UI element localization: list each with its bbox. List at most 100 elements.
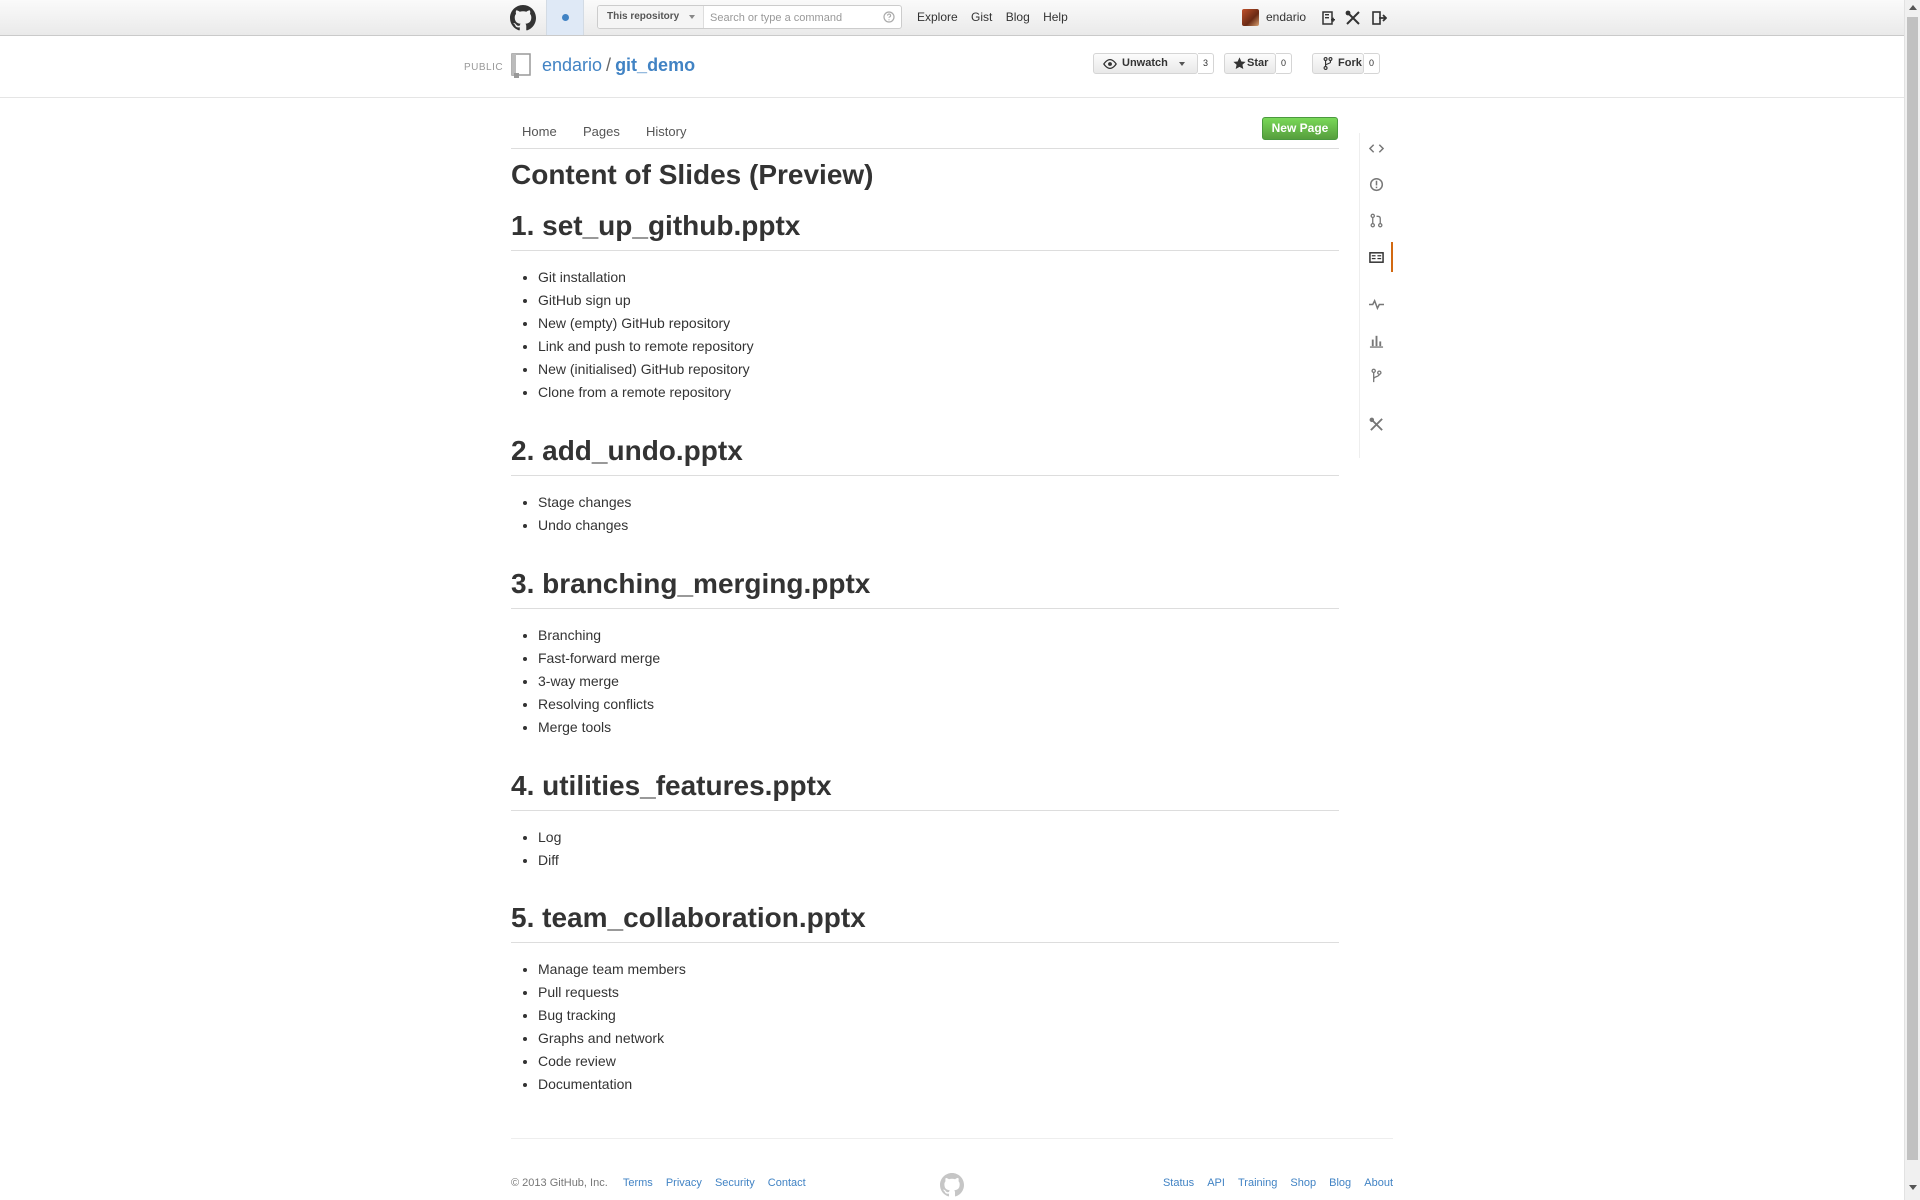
unwatch-button[interactable]: Unwatch — [1093, 53, 1198, 74]
nav-explore[interactable]: Explore — [917, 10, 958, 24]
new-page-button[interactable]: New Page — [1262, 117, 1338, 140]
list-item: Merge tools — [538, 716, 1339, 739]
scroll-up-arrow-icon[interactable] — [1909, 5, 1917, 10]
chevron-down-icon — [1179, 62, 1185, 66]
footer-link-api[interactable]: API — [1207, 1177, 1225, 1189]
nav-blog[interactable]: Blog — [1006, 10, 1030, 24]
list-item: Branching — [538, 624, 1339, 647]
footer-divider — [511, 1138, 1393, 1139]
bullet-list: Manage team members Pull requests Bug tr… — [511, 943, 1339, 1096]
footer-left: © 2013 GitHub, Inc. Terms Privacy Securi… — [511, 1177, 806, 1189]
page-title: Content of Slides (Preview) — [511, 159, 874, 190]
list-item: Git installation — [538, 266, 1339, 289]
star-icon — [1233, 57, 1246, 70]
section-heading: 2. add_undo.pptx — [511, 432, 1339, 476]
list-item: New (initialised) GitHub repository — [538, 358, 1339, 381]
footer-link-training[interactable]: Training — [1238, 1177, 1277, 1189]
footer-link-privacy[interactable]: Privacy — [666, 1177, 702, 1189]
avatar[interactable] — [1242, 9, 1259, 26]
github-octocat-icon[interactable] — [940, 1173, 964, 1197]
tab-home[interactable]: Home — [522, 124, 557, 139]
fork-button[interactable]: Fork — [1312, 53, 1364, 74]
wiki-icon[interactable] — [1369, 250, 1384, 265]
wiki-section-4: 4. utilities_features.pptx Log Diff — [511, 767, 1339, 872]
page-scrollbar[interactable] — [1904, 0, 1920, 1200]
section-heading: 5. team_collaboration.pptx — [511, 899, 1339, 943]
pull-request-icon[interactable] — [1369, 213, 1384, 228]
list-item: Manage team members — [538, 958, 1339, 981]
network-icon[interactable] — [1369, 368, 1384, 383]
graphs-icon[interactable] — [1369, 333, 1384, 348]
list-item: Resolving conflicts — [538, 693, 1339, 716]
sidebar-active-indicator — [1391, 242, 1393, 272]
star-button[interactable]: Star — [1224, 53, 1276, 74]
eye-icon — [1103, 58, 1117, 70]
header-nav: Explore Gist Blog Help — [917, 10, 1078, 24]
list-item: Bug tracking — [538, 1004, 1339, 1027]
list-item: Fast-forward merge — [538, 647, 1339, 670]
unwatch-label: Unwatch — [1122, 57, 1168, 69]
repo-icon — [511, 53, 531, 78]
footer-link-blog[interactable]: Blog — [1329, 1177, 1351, 1189]
settings-tools-icon[interactable] — [1345, 10, 1361, 26]
top-header: This repository Explore Gist Blog Help e… — [0, 0, 1904, 36]
stargazers-count[interactable]: 0 — [1276, 53, 1292, 74]
list-item: Pull requests — [538, 981, 1339, 1004]
search-scope-label: This repository — [607, 11, 680, 22]
code-icon[interactable] — [1369, 141, 1384, 156]
star-label: Star — [1247, 57, 1269, 69]
wiki-tabs: Home Pages History — [511, 118, 1339, 149]
bullet-list: Git installation GitHub sign up New (emp… — [511, 251, 1339, 404]
scroll-down-arrow-icon[interactable] — [1909, 1185, 1917, 1190]
search-scope-select[interactable]: This repository — [598, 6, 704, 28]
tab-history[interactable]: History — [646, 124, 686, 139]
repo-name-link[interactable]: git_demo — [615, 55, 695, 75]
nav-gist[interactable]: Gist — [971, 10, 992, 24]
footer-link-terms[interactable]: Terms — [623, 1177, 653, 1189]
pulse-icon[interactable] — [1369, 297, 1384, 312]
wiki-section-3: 3. branching_merging.pptx Branching Fast… — [511, 565, 1339, 739]
list-item: GitHub sign up — [538, 289, 1339, 312]
list-item: Code review — [538, 1050, 1339, 1073]
settings-icon[interactable] — [1369, 417, 1384, 432]
list-item: Link and push to remote repository — [538, 335, 1339, 358]
footer-link-about[interactable]: About — [1364, 1177, 1393, 1189]
tab-pages[interactable]: Pages — [583, 124, 620, 139]
repo-owner-link[interactable]: endario — [542, 55, 602, 75]
issues-icon[interactable] — [1369, 177, 1384, 192]
list-item: Graphs and network — [538, 1027, 1339, 1050]
nav-help[interactable]: Help — [1043, 10, 1068, 24]
watchers-count[interactable]: 3 — [1198, 53, 1214, 74]
footer-link-security[interactable]: Security — [715, 1177, 755, 1189]
fork-label: Fork — [1338, 57, 1362, 69]
username-link[interactable]: endario — [1266, 10, 1306, 24]
command-bar: This repository — [597, 5, 902, 29]
wiki-body: Content of Slides (Preview) — [511, 156, 1339, 194]
wiki-section-2: 2. add_undo.pptx Stage changes Undo chan… — [511, 432, 1339, 537]
list-item: Stage changes — [538, 491, 1339, 514]
new-repo-icon[interactable] — [1320, 10, 1336, 26]
wiki-section-5: 5. team_collaboration.pptx Manage team m… — [511, 899, 1339, 1096]
repo-path-separator: / — [606, 55, 612, 75]
repo-title: endario / git_demo — [542, 55, 695, 76]
bullet-list: Branching Fast-forward merge 3-way merge… — [511, 609, 1339, 739]
footer-right: Status API Training Shop Blog About — [1149, 1177, 1393, 1189]
repository-header: PUBLIC endario / git_demo Unwatch 3 Star 0… — [0, 36, 1904, 98]
github-octocat-icon[interactable] — [510, 5, 536, 31]
sign-out-icon[interactable] — [1371, 10, 1387, 26]
repo-visibility-label: PUBLIC — [464, 62, 504, 73]
scrollbar-thumb[interactable] — [1907, 17, 1918, 1160]
notification-icon[interactable] — [546, 0, 584, 35]
forks-count[interactable]: 0 — [1364, 53, 1380, 74]
help-icon[interactable] — [883, 11, 895, 23]
search-input[interactable] — [708, 8, 877, 28]
footer-link-status[interactable]: Status — [1163, 1177, 1194, 1189]
footer-link-contact[interactable]: Contact — [768, 1177, 806, 1189]
bullet-list: Log Diff — [511, 811, 1339, 872]
list-item: Undo changes — [538, 514, 1339, 537]
footer-link-shop[interactable]: Shop — [1290, 1177, 1316, 1189]
list-item: Clone from a remote repository — [538, 381, 1339, 404]
section-heading: 4. utilities_features.pptx — [511, 767, 1339, 811]
copyright-text: © 2013 GitHub, Inc. — [511, 1177, 608, 1189]
repo-sidebar — [1359, 133, 1393, 458]
